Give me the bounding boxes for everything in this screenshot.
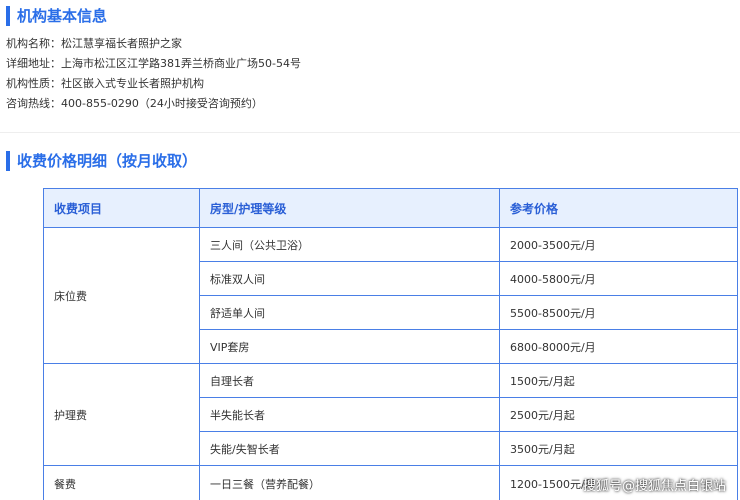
info-line-address: 详细地址：上海市松江区江学路381弄兰桥商业广场50-54号 <box>6 57 301 71</box>
category-cell: 床位费 <box>43 227 200 364</box>
fee-table: 收费项目 房型/护理等级 参考价格 床位费 三人间（公共卫浴） 2000-350… <box>43 188 738 500</box>
item-cell: 半失能长者 <box>199 397 500 432</box>
info-value: 松江慧享福长者照护之家 <box>61 37 182 50</box>
watermark: 搜狐号@搜狐焦点白银站 <box>582 479 726 494</box>
item-cell: 舒适单人间 <box>199 295 500 330</box>
price-cell: 5500-8500元/月 <box>499 295 738 330</box>
info-label: 详细地址： <box>6 57 61 70</box>
category-cell: 餐费 <box>43 465 200 500</box>
table-header-row: 收费项目 房型/护理等级 参考价格 <box>43 188 738 228</box>
price-cell: 3500元/月起 <box>499 431 738 466</box>
category-cell: 护理费 <box>43 363 200 466</box>
header-fee-item: 收费项目 <box>43 188 200 228</box>
header-ref-price: 参考价格 <box>499 188 738 228</box>
table-row: 床位费 三人间（公共卫浴） 2000-3500元/月 <box>43 227 738 364</box>
item-cell: 一日三餐（营养配餐） <box>199 465 500 500</box>
header-room-type: 房型/护理等级 <box>199 188 500 228</box>
info-label: 机构名称： <box>6 37 61 50</box>
table-row: 护理费 自理长者 1500元/月起 <box>43 363 738 466</box>
price-cell: 2000-3500元/月 <box>499 227 738 262</box>
price-cell: 4000-5800元/月 <box>499 261 738 296</box>
info-line-name: 机构名称：松江慧享福长者照护之家 <box>6 37 182 51</box>
info-line-nature: 机构性质：社区嵌入式专业长者照护机构 <box>6 77 204 91</box>
info-label: 咨询热线： <box>6 97 61 110</box>
item-cell: 自理长者 <box>199 363 500 398</box>
info-value: 400-855-0290（24小时接受咨询预约） <box>61 97 263 110</box>
price-cell: 6800-8000元/月 <box>499 329 738 364</box>
info-value: 社区嵌入式专业长者照护机构 <box>61 77 204 90</box>
price-cell: 1500元/月起 <box>499 363 738 398</box>
info-value: 上海市松江区江学路381弄兰桥商业广场50-54号 <box>61 57 301 70</box>
item-cell: VIP套房 <box>199 329 500 364</box>
info-line-hotline: 咨询热线：400-855-0290（24小时接受咨询预约） <box>6 97 263 111</box>
info-label: 机构性质： <box>6 77 61 90</box>
section-fee-title: 收费价格明细（按月收取） <box>6 151 197 171</box>
item-cell: 失能/失智长者 <box>199 431 500 466</box>
item-cell: 标准双人间 <box>199 261 500 296</box>
section-divider <box>0 132 740 133</box>
section-basic-info-title: 机构基本信息 <box>6 6 107 26</box>
price-cell: 2500元/月起 <box>499 397 738 432</box>
item-cell: 三人间（公共卫浴） <box>199 227 500 262</box>
